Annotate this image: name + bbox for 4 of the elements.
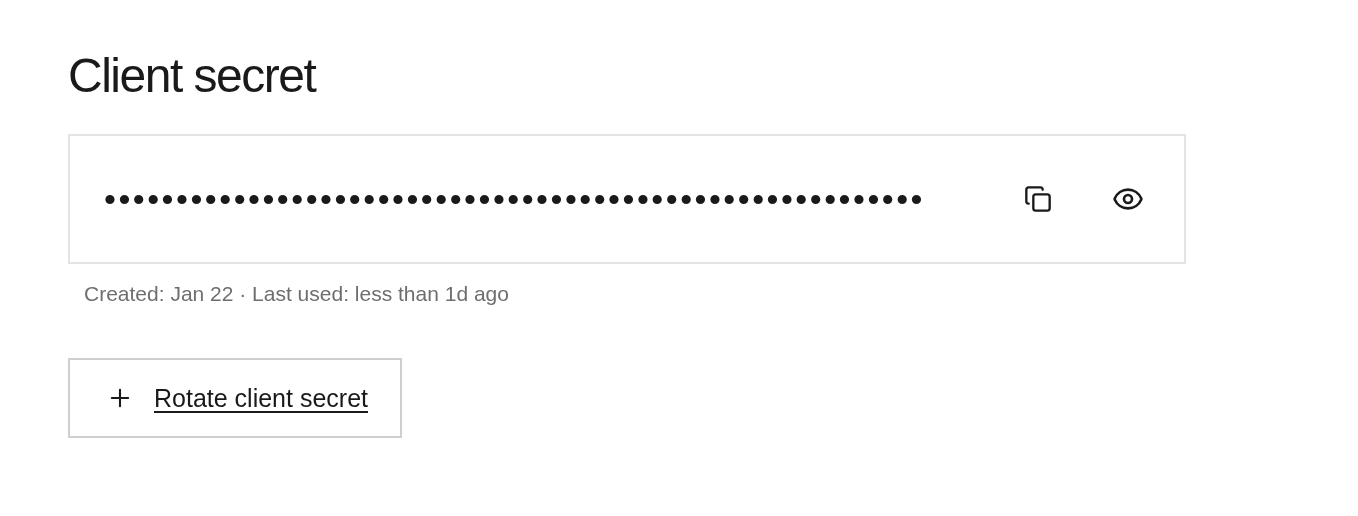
page-title: Client secret — [68, 52, 316, 100]
secret-meta: Created: Jan 22 · Last used: less than 1d ago — [84, 282, 509, 306]
masked-secret: ••••••••••••••••••••••••••••••••••••••••••••••••••••••••• — [104, 182, 926, 216]
rotate-secret-button[interactable]: Rotate client secret — [68, 358, 402, 438]
